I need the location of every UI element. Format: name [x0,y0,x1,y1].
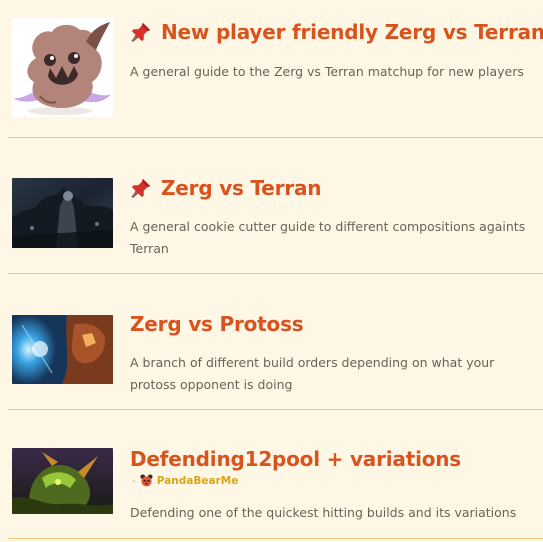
pushpin-icon [131,178,151,199]
guide-thumbnail-4[interactable] [12,448,113,514]
guide-thumbnail-1[interactable] [12,18,113,117]
guide-title-2[interactable]: Zerg vs Terran [130,174,322,202]
guide-thumbnail-3[interactable] [12,315,113,384]
divider-3 [8,409,543,410]
guide-description-4: Defending one of the quickest hitting bu… [130,505,517,520]
zerg-creature-image [12,18,113,117]
guide-title-1[interactable]: New player friendly Zerg vs Terran [130,18,543,46]
zerg-hydralisk-image [12,448,113,514]
divider-1 [8,137,543,138]
guide-description-3: A branch of different build orders depen… [130,355,495,392]
guide-title-text: Zerg vs Terran [161,176,322,200]
zerg-vs-terran-image [12,178,113,248]
guide-title-text: Zerg vs Protoss [130,312,304,336]
guide-description-1: A general guide to the Zerg vs Terran ma… [130,64,524,79]
guide-thumbnail-2[interactable] [12,178,113,248]
guide-author[interactable]: - PandaBearMe [132,474,238,487]
pushpin-icon [131,22,151,43]
guide-title-text: Defending12pool + variations [130,447,462,471]
guide-description-2: A general cookie cutter guide to differe… [130,219,526,256]
divider-2 [8,273,543,274]
author-separator: - [132,474,136,487]
guide-title-text: New player friendly Zerg vs Terran [161,20,543,44]
author-name: PandaBearMe [156,474,239,487]
panda-avatar-icon [140,474,153,487]
divider-4 [8,538,543,539]
zerg-vs-protoss-image [12,315,113,384]
guide-title-3[interactable]: Zerg vs Protoss [130,310,304,338]
guide-title-4[interactable]: Defending12pool + variations [130,445,461,473]
